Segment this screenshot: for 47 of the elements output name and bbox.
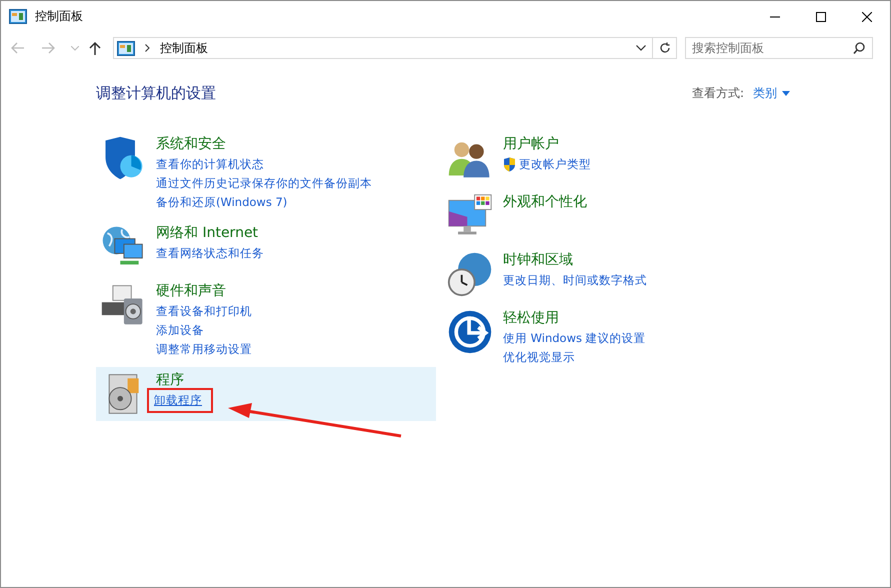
window-title: 控制面板: [35, 8, 83, 25]
category-row[interactable]: 外观和个性化: [443, 189, 783, 243]
category-title[interactable]: 轻松使用: [503, 307, 559, 329]
category-row[interactable]: 网络和 Internet 查看网络状态和任务: [96, 220, 436, 274]
category-row[interactable]: 用户帐户 更改帐户类型: [443, 131, 783, 185]
category-link[interactable]: 更改帐户类型: [519, 155, 591, 174]
search-icon: [853, 42, 865, 54]
refresh-icon: [658, 42, 670, 54]
category-link[interactable]: 查看设备和打印机: [156, 302, 252, 321]
category-link[interactable]: 查看网络状态和任务: [156, 244, 264, 263]
category-row[interactable]: 轻松使用 使用 Windows 建议的设置 优化视觉显示: [443, 305, 783, 371]
category-row[interactable]: 程序 卸载程序: [96, 367, 436, 421]
category-link[interactable]: 通过文件历史记录保存你的文件备份副本: [156, 174, 372, 193]
category-row[interactable]: 系统和安全 查看你的计算机状态 通过文件历史记录保存你的文件备份副本 备份和还原(Windows 7): [96, 131, 436, 216]
category-row[interactable]: 时钟和区域 更改日期、时间或数字格式: [443, 247, 783, 301]
search-field[interactable]: 搜索控制面板: [685, 37, 873, 59]
clock-globe-icon[interactable]: [447, 251, 493, 297]
control-panel-icon: [9, 9, 27, 24]
address-bar[interactable]: 控制面板: [113, 37, 653, 59]
address-path[interactable]: 控制面板: [160, 40, 208, 56]
maximize-icon: [816, 12, 826, 22]
accessibility-icon[interactable]: [447, 309, 493, 355]
category-title[interactable]: 硬件和声音: [156, 280, 226, 302]
dropdown-caret-icon[interactable]: [636, 45, 646, 51]
category-link[interactable]: 优化视觉显示: [503, 348, 575, 367]
category-link[interactable]: 更改日期、时间或数字格式: [503, 271, 647, 290]
refresh-button[interactable]: [653, 37, 677, 59]
category-link[interactable]: 调整常用移动设置: [156, 340, 252, 359]
category-title[interactable]: 程序: [156, 369, 184, 391]
view-by-label: 查看方式:: [692, 85, 744, 102]
category-title[interactable]: 用户帐户: [503, 133, 559, 155]
category-link[interactable]: 卸载程序: [150, 391, 210, 410]
category-link[interactable]: 添加设备: [156, 321, 204, 340]
category-title[interactable]: 系统和安全: [156, 133, 226, 155]
category-link[interactable]: 查看你的计算机状态: [156, 155, 264, 174]
control-panel-icon: [117, 40, 135, 56]
page-heading: 调整计算机的设置: [96, 84, 216, 103]
category-title[interactable]: 外观和个性化: [503, 191, 587, 213]
up-arrow-icon[interactable]: [89, 41, 101, 55]
category-title[interactable]: 时钟和区域: [503, 249, 573, 271]
close-icon: [862, 12, 872, 22]
view-by-dropdown[interactable]: 类别: [753, 85, 777, 102]
category-row[interactable]: 硬件和声音 查看设备和打印机 添加设备 调整常用移动设置: [96, 278, 436, 363]
category-link[interactable]: 备份和还原(Windows 7): [156, 193, 288, 212]
category-link[interactable]: 使用 Windows 建议的设置: [503, 329, 646, 348]
category-title[interactable]: 网络和 Internet: [156, 222, 258, 244]
chevron-icon: [145, 44, 150, 52]
